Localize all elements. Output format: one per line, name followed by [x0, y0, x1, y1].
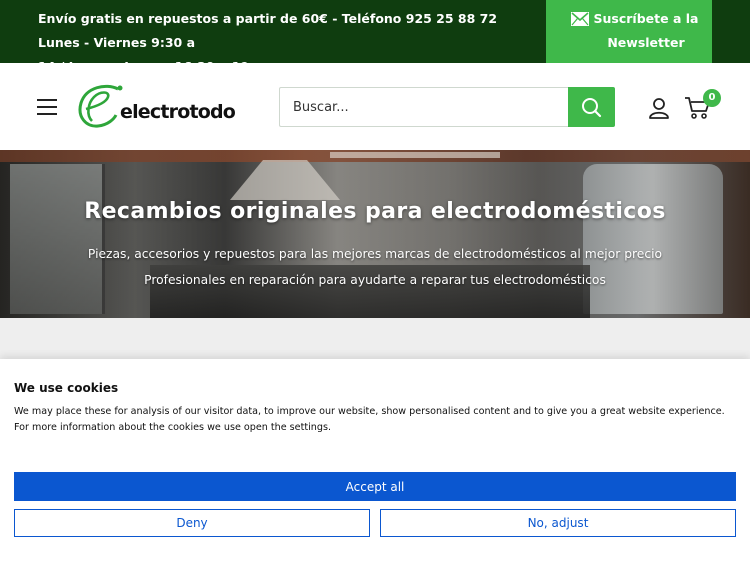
- cookie-banner: We use cookies We may place these for an…: [0, 359, 750, 563]
- search-button[interactable]: [568, 87, 615, 127]
- logo-e-icon: [78, 84, 123, 128]
- newsletter-button[interactable]: Suscríbete a la Newsletter: [546, 0, 712, 63]
- hero-decor-shelf: [330, 152, 500, 158]
- accept-all-button[interactable]: Accept all: [14, 472, 736, 501]
- cookie-description: We may place these for analysis of our v…: [14, 404, 740, 436]
- hero-banner: Recambios originales para electrodomésti…: [0, 150, 750, 318]
- cookie-title: We use cookies: [14, 381, 119, 395]
- newsletter-label-line-1: Suscríbete a la: [593, 11, 699, 26]
- hero-subtitle-line-2: Profesionales en reparación para ayudart…: [144, 273, 606, 287]
- content-background: [0, 318, 750, 360]
- hero-subtitle-line-1: Piezas, accesorios y repuestos para las …: [87, 247, 663, 261]
- search-input[interactable]: [279, 87, 569, 127]
- hero-decor-hood: [230, 160, 340, 200]
- adjust-button[interactable]: No, adjust: [380, 509, 736, 537]
- announcement-line-1: Envío gratis en repuestos a partir de 60…: [38, 11, 498, 50]
- cookie-description-line-2: For more information about the cookies w…: [14, 422, 331, 433]
- user-icon[interactable]: [648, 97, 670, 119]
- logo-text: electrotodo: [120, 101, 236, 123]
- announcement-bar: Envío gratis en repuestos a partir de 60…: [0, 0, 750, 74]
- deny-button[interactable]: Deny: [14, 509, 370, 537]
- search-icon: [582, 98, 602, 118]
- hamburger-menu-icon[interactable]: [37, 99, 57, 115]
- site-logo[interactable]: electrotodo: [76, 83, 248, 131]
- newsletter-label: Suscríbete a la Newsletter: [586, 7, 706, 55]
- hero-title: Recambios originales para electrodomésti…: [84, 199, 666, 224]
- cart-count-badge: 0: [703, 89, 721, 107]
- cookie-description-line-1: We may place these for analysis of our v…: [14, 406, 725, 417]
- site-header: electrotodo 0: [0, 63, 750, 150]
- newsletter-label-line-2: Newsletter: [607, 35, 685, 50]
- hero-subtitle: Piezas, accesorios y repuestos para las …: [0, 241, 750, 293]
